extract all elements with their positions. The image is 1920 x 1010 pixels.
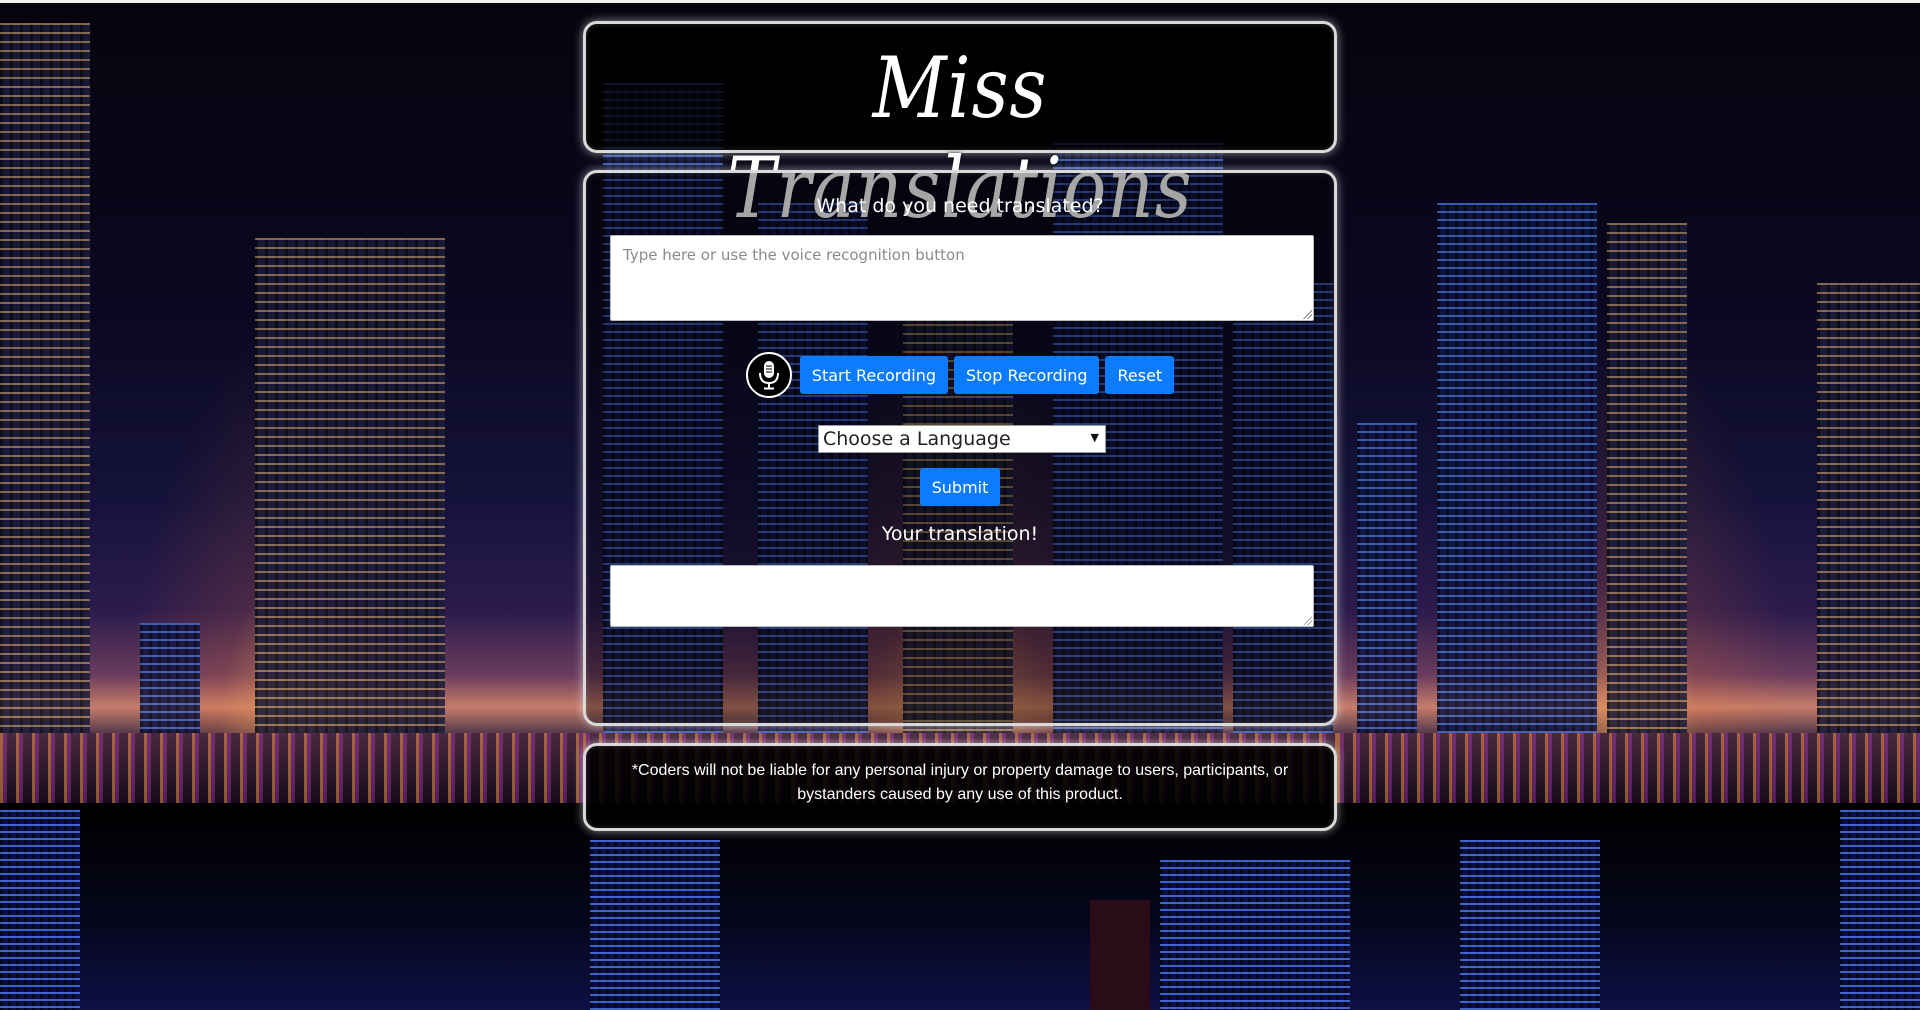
resize-handle[interactable] [1302,615,1312,625]
submit-button[interactable]: Submit [919,468,1001,506]
background-lower-band [0,803,1920,1010]
background-tile-right [1337,3,1920,803]
stop-recording-button[interactable]: Stop Recording [954,356,1100,394]
input-prompt: What do you need translated? [816,195,1104,217]
recording-controls: Start Recording Stop Recording Reset [586,351,1334,399]
building [590,840,720,1010]
translation-label: Your translation! [881,523,1039,545]
language-select-value: Choose a Language [823,428,1011,450]
building [1607,223,1687,803]
submit-row: Submit [586,468,1334,506]
building [255,238,445,803]
building [1460,840,1600,1010]
building [1817,283,1920,803]
building [1840,810,1920,1010]
building [1160,860,1350,1010]
liability-disclaimer: *Coders will not be liable for any perso… [631,762,1289,803]
building [0,23,90,803]
reset-button[interactable]: Reset [1105,356,1175,394]
translator-panel: What do you need translated? Start Recor… [583,170,1337,726]
building [1090,900,1150,1010]
background-tile-left [0,3,583,803]
footer-panel: *Coders will not be liable for any perso… [583,743,1337,831]
resize-handle[interactable] [1302,309,1312,319]
microphone-glyph [758,361,779,390]
language-select[interactable]: Choose a Language ▼ [818,425,1106,453]
dropdown-arrow-icon: ▼ [1090,431,1099,444]
building [0,810,80,1010]
translation-output[interactable] [610,565,1314,627]
text-to-translate-input[interactable] [610,235,1314,321]
microphone-icon[interactable] [745,352,792,398]
water-reflection [0,733,583,803]
header-panel: Miss Translations [583,21,1337,237]
building [1437,203,1597,803]
start-recording-button[interactable]: Start Recording [799,356,948,394]
water-reflection [1337,733,1920,803]
